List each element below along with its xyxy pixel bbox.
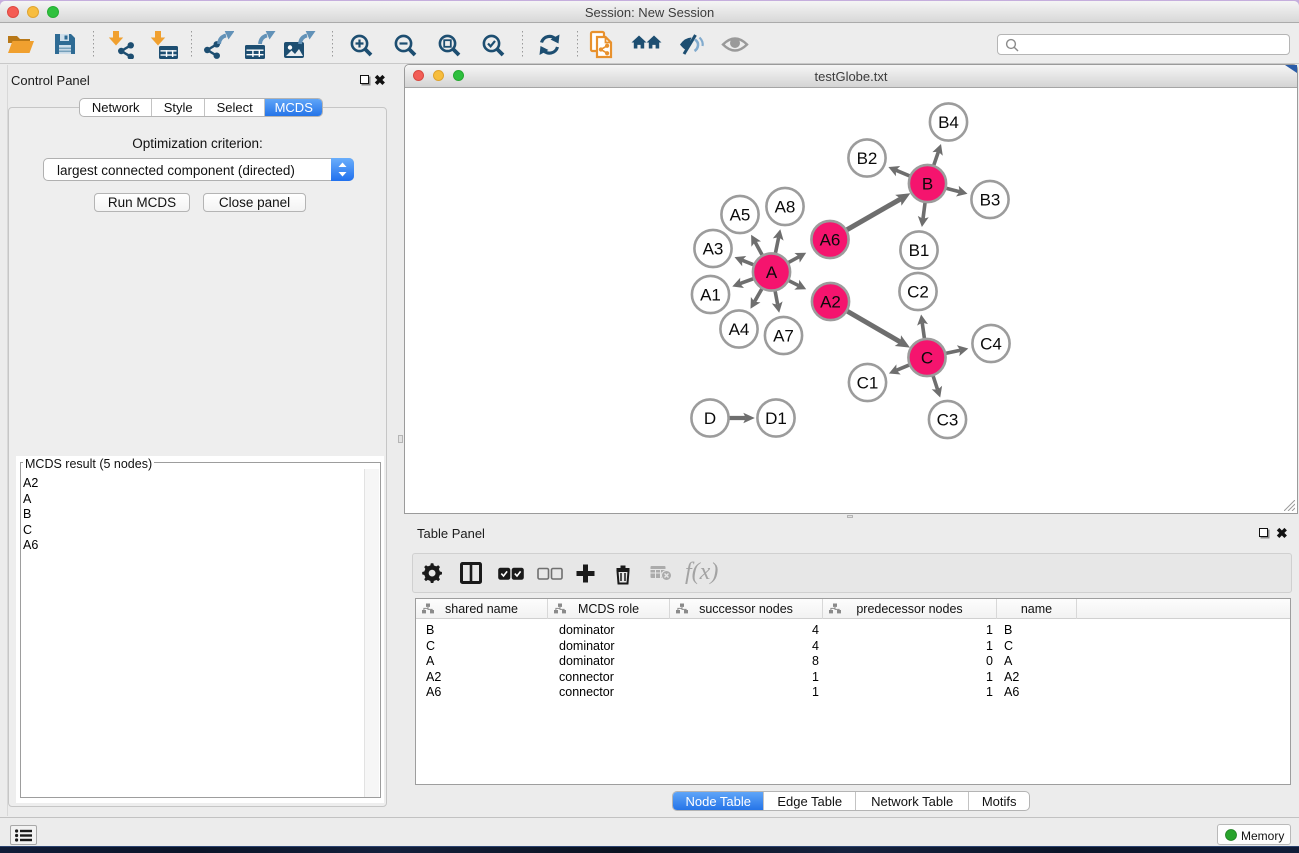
svg-text:B4: B4 [938,113,959,132]
svg-text:C1: C1 [857,374,879,393]
svg-text:B1: B1 [909,241,930,260]
svg-text:C2: C2 [907,283,929,302]
svg-text:B: B [922,175,933,194]
svg-text:B2: B2 [857,149,878,168]
svg-text:A2: A2 [820,293,841,312]
svg-text:D: D [704,409,716,428]
svg-text:A3: A3 [703,240,724,259]
svg-text:C4: C4 [980,335,1002,354]
svg-text:A8: A8 [775,198,796,217]
svg-text:D1: D1 [765,409,787,428]
svg-text:A4: A4 [729,320,750,339]
svg-text:A6: A6 [820,231,841,250]
svg-text:A5: A5 [730,206,751,225]
svg-text:A1: A1 [700,286,721,305]
svg-text:C3: C3 [937,411,959,430]
svg-text:C: C [921,349,933,368]
svg-text:B3: B3 [980,191,1001,210]
svg-text:A7: A7 [773,327,794,346]
svg-text:A: A [766,263,778,282]
